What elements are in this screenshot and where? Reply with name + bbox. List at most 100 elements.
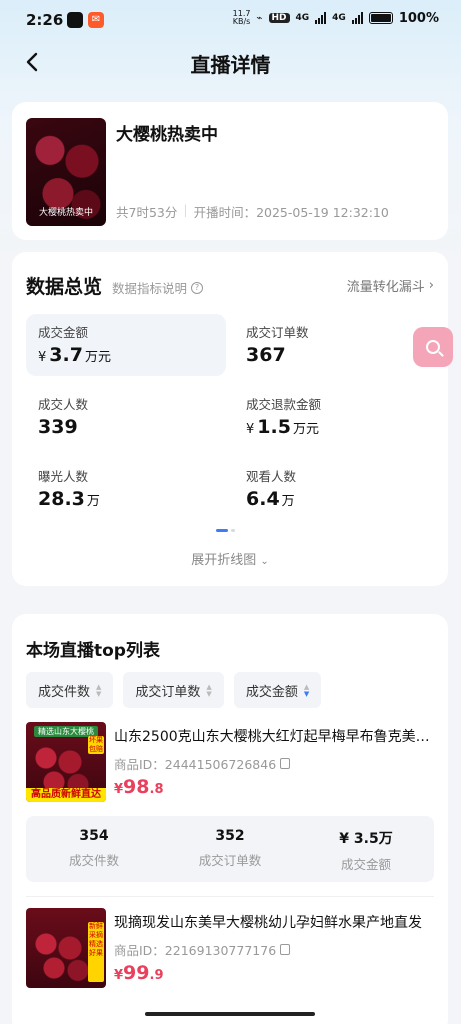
app-notification-icon-2: ✉ <box>88 12 104 28</box>
metric-value: 28.3 万 <box>38 488 100 510</box>
float-zoom-button[interactable] <box>413 327 453 367</box>
metric-label: 成交人数 <box>38 397 89 412</box>
metric-unit: 万元 <box>84 350 111 365</box>
product-image-side-tag: 新鲜采摘 精选好果 <box>88 922 104 982</box>
stat-label: 成交金额 <box>340 857 391 872</box>
data-overview-card: 数据总览 数据指标说明 ? 流量转化漏斗 › 成交金额 ¥3.7 万元 成交订单数… <box>12 252 448 586</box>
sort-by-orders[interactable]: 成交订单数 ▲ ▼ <box>123 672 224 708</box>
stat-value: 352 <box>215 828 245 844</box>
app-notification-icon <box>67 12 83 28</box>
metric-orders[interactable]: 成交订单数 367 <box>234 314 434 376</box>
stat-orders: 352 成交订单数 <box>162 816 298 882</box>
funnel-label: 流量转化漏斗 <box>346 280 425 295</box>
overview-header: 数据总览 数据指标说明 ? <box>26 272 204 299</box>
metric-prefix: ¥ <box>246 422 255 437</box>
copy-icon[interactable] <box>280 758 291 769</box>
sort-label: 成交订单数 <box>135 684 201 700</box>
stat-amount: ¥ 3.5万 成交金额 <box>298 816 434 882</box>
sort-by-amount[interactable]: 成交金额 ▲ ▼ <box>233 672 322 708</box>
stat-value: 354 <box>79 828 109 844</box>
product-item[interactable]: 新鲜采摘 精选好果 现摘现发山东美早大樱桃幼儿孕妇鲜水果产地直发 商品ID：22… <box>26 908 434 998</box>
price-decimal: .8 <box>149 782 164 797</box>
metric-unit: 万 <box>86 494 100 509</box>
price-integer: 99 <box>123 962 150 984</box>
battery-percent: 100% <box>398 10 439 26</box>
signal-icon <box>315 12 327 24</box>
product-image: 新鲜采摘 精选好果 <box>26 908 106 988</box>
live-cover-caption: 大樱桃热卖中 <box>38 208 93 218</box>
product-image-side-tag: 坏果包赔 <box>88 736 104 754</box>
live-info-card[interactable]: 大樱桃热卖中 大樱桃热卖中 共7时53分 | 开播时间：2025-05-19 1… <box>12 102 448 240</box>
metric-number: 3.7 <box>49 344 83 366</box>
list-divider <box>26 896 434 897</box>
metric-label: 成交退款金额 <box>246 397 322 412</box>
metric-viewers[interactable]: 观看人数 6.4 万 <box>234 458 434 520</box>
metric-value: 6.4 万 <box>246 488 295 510</box>
status-bar: 2:26 ✉ 11.7 KB/s ⌁ HD 4G 4G 100% <box>0 0 461 40</box>
hd-badge: HD <box>268 13 290 23</box>
product-id-text: 商品ID：24441506726846 <box>114 757 277 772</box>
metric-refund[interactable]: 成交退款金额 ¥1.5 万元 <box>234 386 434 448</box>
net-speed: 11.7 KB/s <box>232 9 251 26</box>
product-id: 商品ID：22169130777176 <box>114 940 291 959</box>
status-indicators: 11.7 KB/s ⌁ HD 4G 4G 100% <box>233 10 439 26</box>
metric-number: 339 <box>38 416 78 438</box>
wifi-off-icon: ⌁ <box>256 12 263 24</box>
product-name: 山东2500克山东大樱桃大红灯起早梅早布鲁克美早车厘子 <box>114 729 432 745</box>
nav-bar: 直播详情 <box>0 40 461 84</box>
zoom-icon <box>426 340 440 354</box>
metric-number: 367 <box>246 344 286 366</box>
metrics-help-label: 数据指标说明 <box>112 281 188 296</box>
live-meta: 共7时53分 | 开播时间：2025-05-19 12:32:10 <box>116 202 389 221</box>
metric-number: 1.5 <box>257 416 291 438</box>
home-indicator <box>145 1012 315 1016</box>
signal-icon-2 <box>351 12 363 24</box>
sort-arrows-icon-active: ▲ ▼ <box>303 682 310 698</box>
metric-unit: 万 <box>281 494 295 509</box>
metric-buyers[interactable]: 成交人数 339 <box>26 386 226 448</box>
sort-tabs: 成交件数 ▲ ▼ 成交订单数 ▲ ▼ 成交金额 ▲ ▼ <box>26 672 322 708</box>
expand-chart-button[interactable]: 展开折线图 ⌄ <box>12 549 448 568</box>
stat-label: 成交订单数 <box>198 853 262 868</box>
metric-gmv[interactable]: 成交金额 ¥3.7 万元 <box>26 314 226 376</box>
stat-value: ¥ 3.5万 <box>339 831 393 847</box>
sort-by-quantity[interactable]: 成交件数 ▲ ▼ <box>26 672 114 708</box>
battery-icon <box>368 12 393 24</box>
status-time: 2:26 <box>26 11 64 29</box>
product-price: ¥98.8 <box>114 776 163 798</box>
expand-chart-label: 展开折线图 <box>191 553 257 568</box>
metric-unit: 万元 <box>292 422 319 437</box>
top-list-title: 本场直播top列表 <box>26 641 160 661</box>
page-indicator <box>216 529 235 532</box>
network-type-2: 4G <box>332 13 346 23</box>
price-integer: 98 <box>123 776 150 798</box>
question-icon: ? <box>191 281 204 294</box>
metric-label: 成交订单数 <box>246 325 309 340</box>
product-image-banner: 高品质新鲜直达 <box>26 788 106 802</box>
metric-label: 曝光人数 <box>38 469 89 484</box>
stat-quantity: 354 成交件数 <box>26 816 162 882</box>
metric-value: 339 <box>38 416 78 438</box>
page-title: 直播详情 <box>190 53 271 77</box>
product-item[interactable]: 精选山东大樱桃 坏果包赔 高品质新鲜直达 山东2500克山东大樱桃大红灯起早梅早… <box>26 722 434 882</box>
metric-exposure[interactable]: 曝光人数 28.3 万 <box>26 458 226 520</box>
live-cover-image: 大樱桃热卖中 <box>26 118 106 226</box>
metric-number: 28.3 <box>38 488 85 510</box>
metric-number: 6.4 <box>246 488 280 510</box>
metric-value: ¥3.7 万元 <box>38 344 111 366</box>
sort-arrows-icon: ▲ ▼ <box>96 682 102 698</box>
funnel-link[interactable]: 流量转化漏斗 › <box>347 276 434 295</box>
metrics-help-link[interactable]: 数据指标说明 ? <box>112 278 204 297</box>
sort-label: 成交金额 <box>245 684 298 700</box>
product-image: 精选山东大樱桃 坏果包赔 高品质新鲜直达 <box>26 722 106 802</box>
top-list-card: 本场直播top列表 成交件数 ▲ ▼ 成交订单数 ▲ ▼ 成交金额 ▲ ▼ 精选山东大… <box>12 614 448 1024</box>
metric-label: 成交金额 <box>38 325 89 340</box>
product-id-text: 商品ID：22169130777176 <box>114 943 277 958</box>
copy-icon[interactable] <box>280 944 291 955</box>
product-name: 现摘现发山东美早大樱桃幼儿孕妇鲜水果产地直发 <box>114 915 422 931</box>
price-currency: ¥ <box>114 968 124 983</box>
product-id: 商品ID：24441506726846 <box>114 754 291 773</box>
stat-label: 成交件数 <box>68 853 119 868</box>
live-title: 大樱桃热卖中 <box>116 125 218 145</box>
meta-separator: | <box>183 202 188 217</box>
